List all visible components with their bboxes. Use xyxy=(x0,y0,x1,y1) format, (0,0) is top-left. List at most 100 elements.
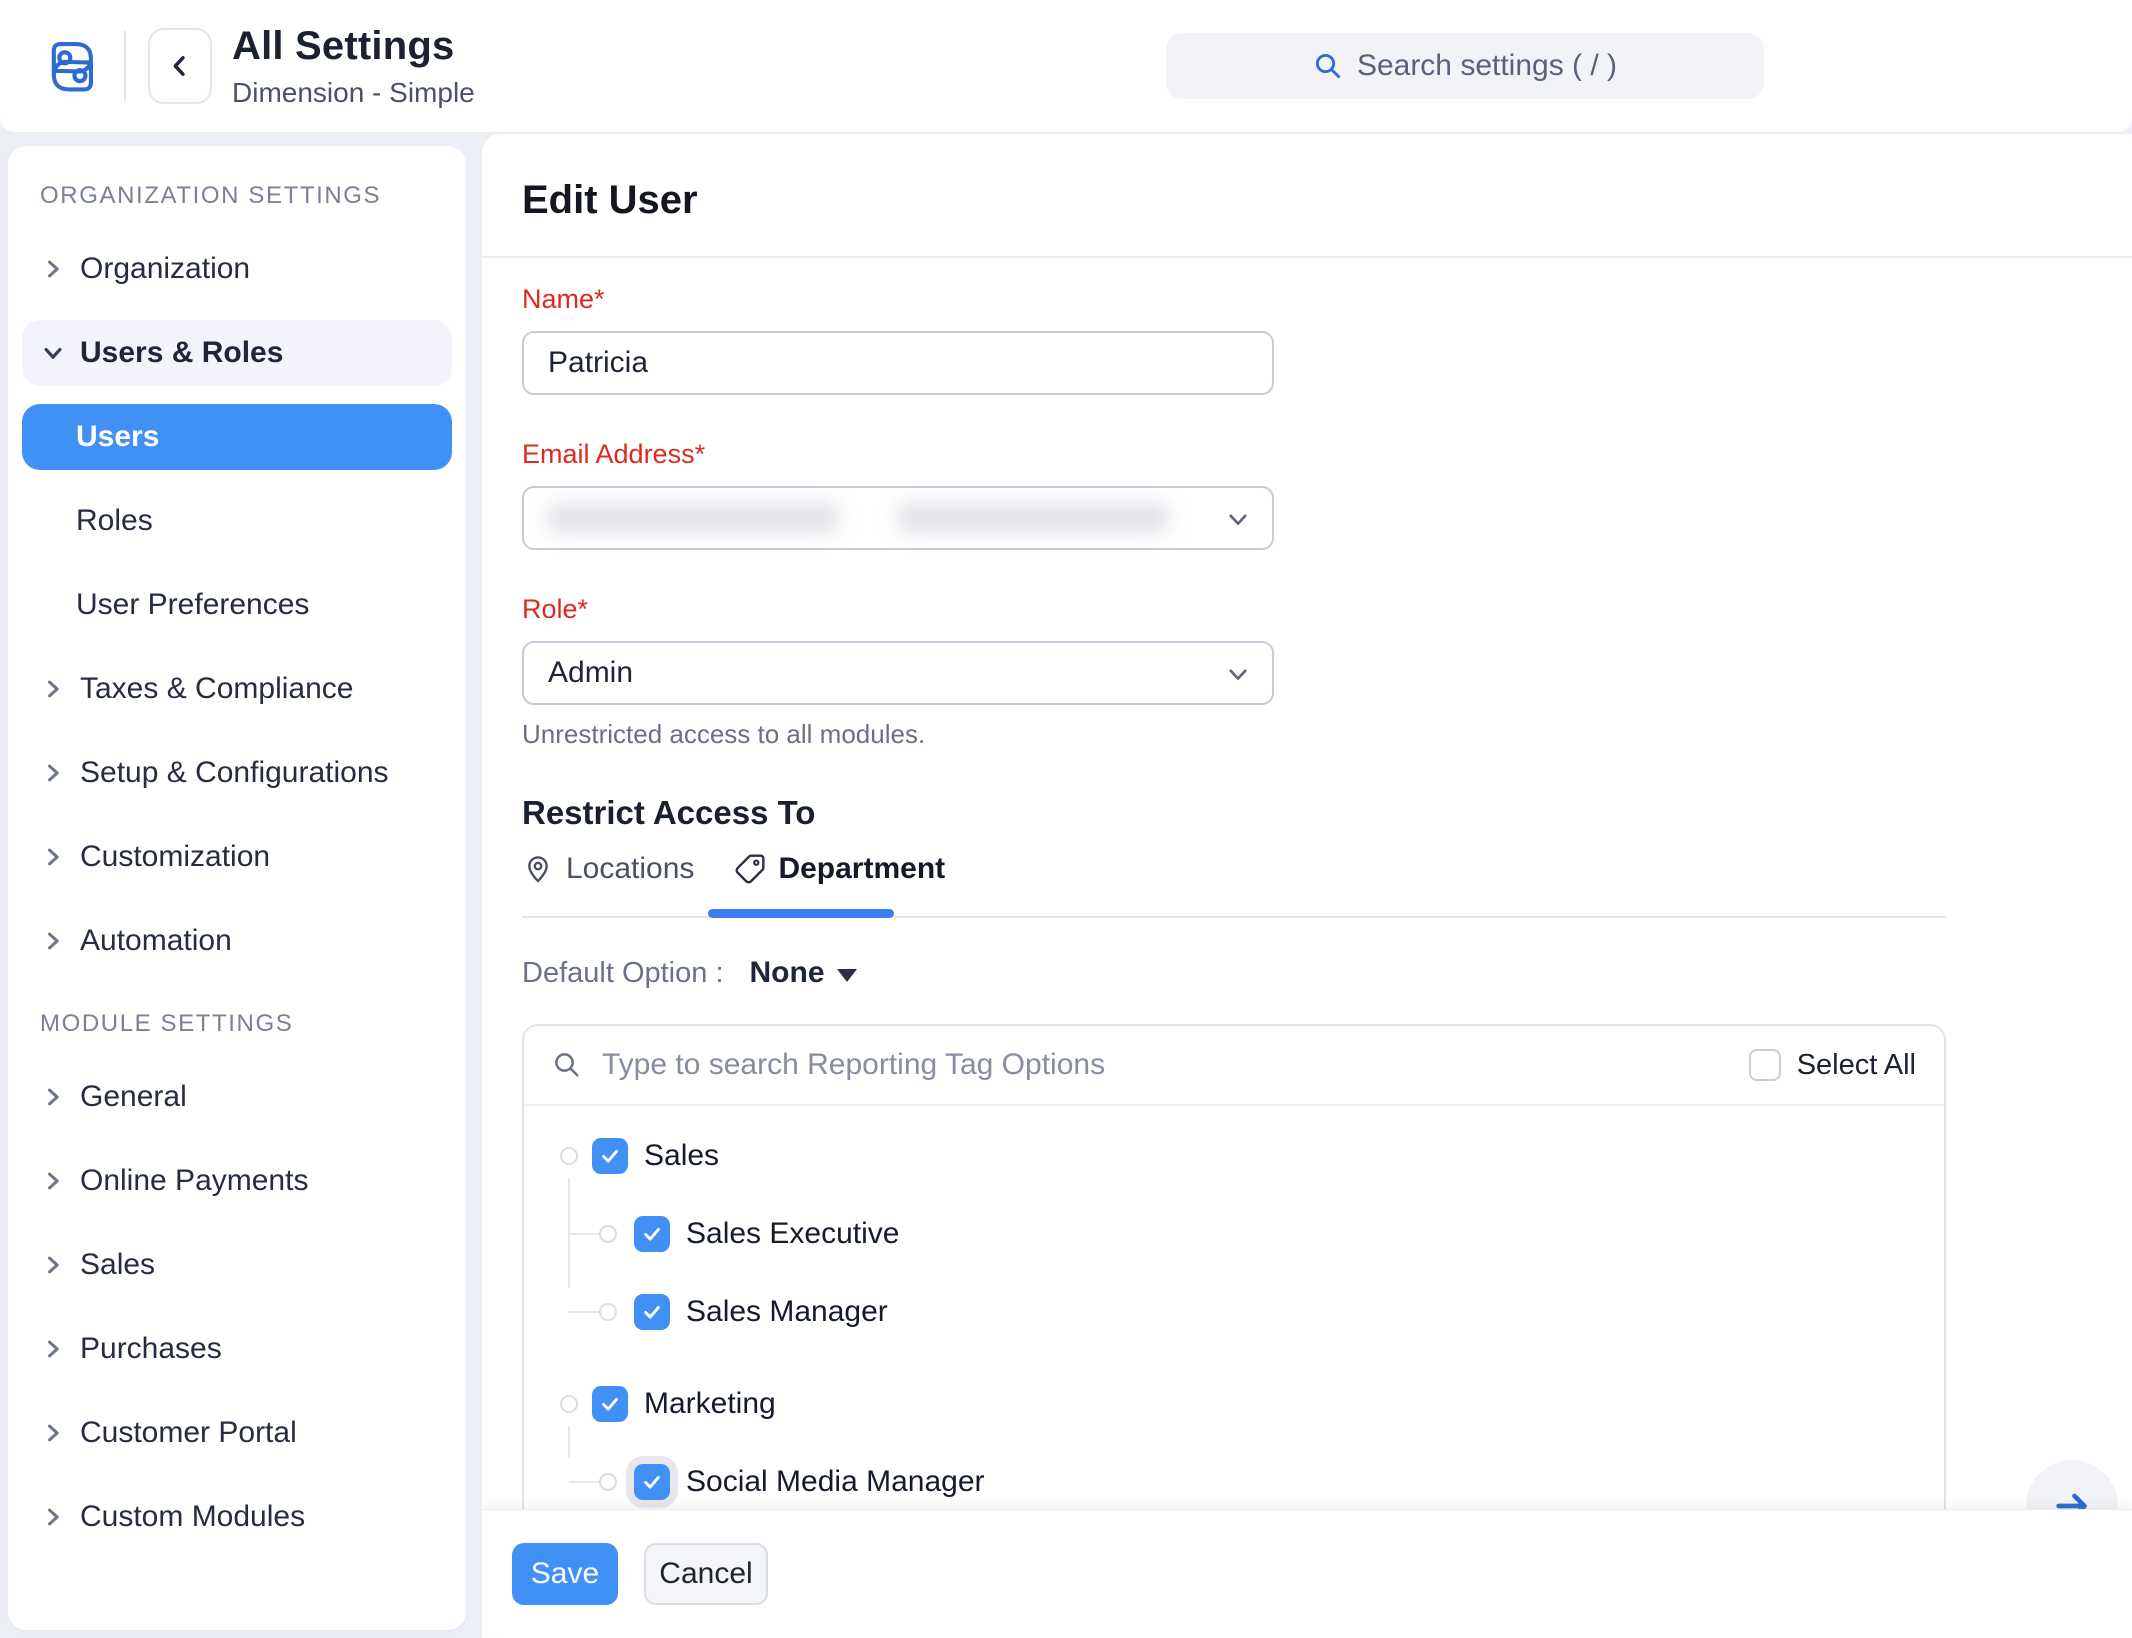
default-option-label: Default Option : xyxy=(522,957,724,990)
default-option-dropdown[interactable]: None xyxy=(750,956,857,990)
tag-options-search-input[interactable] xyxy=(602,1048,1749,1082)
name-field-group: Name* xyxy=(522,284,1274,395)
role-value[interactable] xyxy=(548,656,1248,690)
settings-sidebar: ORGANIZATION SETTINGS Organization Users… xyxy=(8,146,466,1630)
page-title: Edit User xyxy=(522,178,698,223)
department-tree: Sales Sales Executive Sal xyxy=(524,1106,1944,1506)
settings-search-placeholder: Search settings ( / ) xyxy=(1357,49,1617,83)
default-option-value: None xyxy=(750,956,825,990)
back-button[interactable] xyxy=(148,28,212,104)
restrict-tabs: Locations Department xyxy=(522,852,945,886)
sidebar-section-module-settings: MODULE SETTINGS xyxy=(40,1010,452,1038)
sidebar-item-taxes-compliance[interactable]: Taxes & Compliance xyxy=(22,656,452,722)
caret-down-icon xyxy=(837,969,857,982)
tree-node-sales-executive[interactable]: Sales Executive xyxy=(560,1210,1944,1258)
tab-locations[interactable]: Locations xyxy=(522,852,694,886)
chevron-right-icon xyxy=(42,1254,64,1276)
sidebar-item-customer-portal[interactable]: Customer Portal xyxy=(22,1400,452,1466)
chevron-right-icon xyxy=(42,762,64,784)
tree-node-marketing[interactable]: Marketing xyxy=(560,1380,1944,1428)
role-select[interactable] xyxy=(522,641,1274,705)
tab-department[interactable]: Department xyxy=(734,852,945,886)
form-action-bar: Save Cancel xyxy=(482,1509,2132,1638)
chevron-right-icon xyxy=(42,846,64,868)
chevron-down-icon xyxy=(1226,663,1250,687)
sidebar-item-customization[interactable]: Customization xyxy=(22,824,452,890)
edit-user-panel: Edit User Name* Email Address* Role* xyxy=(482,134,2132,1638)
header-divider xyxy=(124,31,126,101)
tree-toggle-icon[interactable] xyxy=(599,1303,617,1321)
sidebar-item-organization[interactable]: Organization xyxy=(22,236,452,302)
save-button[interactable]: Save xyxy=(512,1543,618,1605)
tree-connector xyxy=(569,1311,599,1313)
tree-children-sales: Sales Executive Sales Manager xyxy=(560,1210,1944,1336)
chevron-right-icon xyxy=(42,1338,64,1360)
tree-toggle-icon[interactable] xyxy=(599,1225,617,1243)
sidebar-item-sales[interactable]: Sales xyxy=(22,1232,452,1298)
select-all-checkbox[interactable] xyxy=(1749,1049,1781,1081)
sidebar-item-user-preferences[interactable]: User Preferences xyxy=(22,572,452,638)
restrict-access-heading: Restrict Access To xyxy=(522,794,815,832)
role-label: Role* xyxy=(522,594,1274,625)
chevron-down-icon xyxy=(1226,508,1250,532)
name-label: Name* xyxy=(522,284,1274,315)
default-option-row: Default Option : None xyxy=(522,956,857,990)
top-header: All Settings Dimension - Simple Search s… xyxy=(0,0,2132,132)
chevron-right-icon xyxy=(42,258,64,280)
location-pin-icon xyxy=(522,853,554,885)
tree-toggle-icon[interactable] xyxy=(560,1395,578,1413)
redacted-email-value xyxy=(548,503,838,533)
tree-toggle-icon[interactable] xyxy=(560,1147,578,1165)
page-header-subtitle: Dimension - Simple xyxy=(232,77,475,109)
tree-toggle-icon[interactable] xyxy=(599,1473,617,1491)
sidebar-section-organization-settings: ORGANIZATION SETTINGS xyxy=(40,182,452,210)
tree-connector xyxy=(569,1233,599,1235)
redacted-email-value xyxy=(898,503,1168,533)
chevron-right-icon xyxy=(42,1170,64,1192)
header-title-block: All Settings Dimension - Simple xyxy=(232,24,475,109)
sidebar-item-setup-configurations[interactable]: Setup & Configurations xyxy=(22,740,452,806)
sidebar-item-online-payments[interactable]: Online Payments xyxy=(22,1148,452,1214)
sidebar-item-automation[interactable]: Automation xyxy=(22,908,452,974)
name-input-box xyxy=(522,331,1274,395)
chevron-right-icon xyxy=(42,678,64,700)
checkbox-checked-icon[interactable] xyxy=(634,1294,670,1330)
select-all-label: Select All xyxy=(1797,1049,1916,1082)
search-icon xyxy=(552,1050,582,1080)
chevron-right-icon xyxy=(42,1086,64,1108)
checkbox-checked-icon[interactable] xyxy=(634,1464,670,1500)
settings-search[interactable]: Search settings ( / ) xyxy=(1166,33,1764,99)
tree-node-social-media-manager[interactable]: Social Media Manager xyxy=(560,1458,1944,1506)
checkbox-checked-icon[interactable] xyxy=(592,1138,628,1174)
tree-connector xyxy=(569,1481,599,1483)
email-field-group: Email Address* xyxy=(522,439,1274,550)
sidebar-item-purchases[interactable]: Purchases xyxy=(22,1316,452,1382)
title-divider xyxy=(482,256,2132,258)
role-helper-text: Unrestricted access to all modules. xyxy=(522,719,1274,750)
checkbox-checked-icon[interactable] xyxy=(634,1216,670,1252)
checkbox-checked-icon[interactable] xyxy=(592,1386,628,1422)
sidebar-item-users[interactable]: Users xyxy=(22,404,452,470)
chevron-right-icon xyxy=(42,1422,64,1444)
select-all-control[interactable]: Select All xyxy=(1749,1049,1916,1082)
sidebar-item-custom-modules[interactable]: Custom Modules xyxy=(22,1484,452,1550)
edit-user-form: Name* Email Address* Role* xyxy=(522,284,1274,794)
chevron-right-icon xyxy=(42,1506,64,1528)
tree-node-sales[interactable]: Sales xyxy=(560,1132,1944,1180)
tree-children-marketing: Social Media Manager xyxy=(560,1458,1944,1506)
email-select[interactable] xyxy=(522,486,1274,550)
sidebar-item-general[interactable]: General xyxy=(22,1064,452,1130)
zoho-books-logo-icon xyxy=(38,33,104,99)
name-input[interactable] xyxy=(548,346,1248,380)
search-icon xyxy=(1313,51,1343,81)
tree-node-sales-manager[interactable]: Sales Manager xyxy=(560,1288,1944,1336)
cancel-button[interactable]: Cancel xyxy=(644,1543,768,1605)
tag-icon xyxy=(734,853,766,885)
sidebar-item-users-and-roles[interactable]: Users & Roles xyxy=(22,320,452,386)
chevron-right-icon xyxy=(42,930,64,952)
chevron-left-icon xyxy=(166,52,194,80)
active-tab-indicator xyxy=(708,909,894,918)
sidebar-item-roles[interactable]: Roles xyxy=(22,488,452,554)
chevron-down-icon xyxy=(42,342,64,364)
email-label: Email Address* xyxy=(522,439,1274,470)
